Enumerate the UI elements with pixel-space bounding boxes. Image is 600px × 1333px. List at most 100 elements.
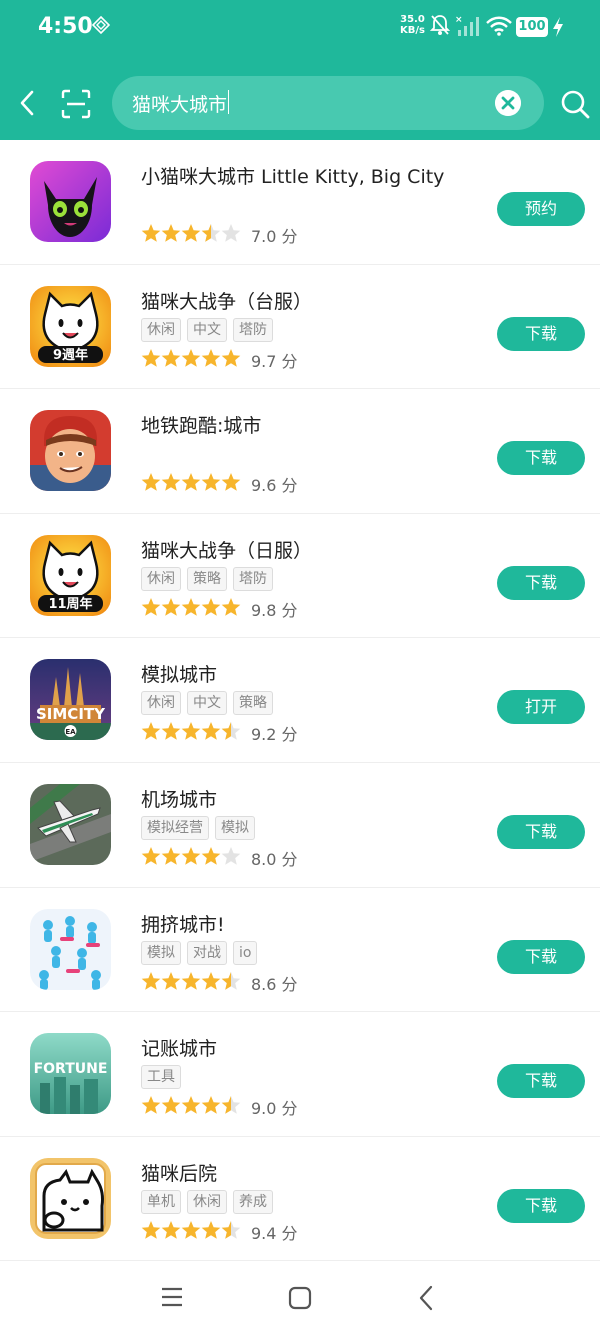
search-query[interactable]: 猫咪大城市 — [132, 90, 227, 117]
result-row[interactable]: 地铁跑酷:城市 9.6 分 下载 — [0, 389, 600, 514]
tag: 工具 — [141, 1065, 181, 1090]
action-button[interactable]: 下载 — [497, 316, 585, 351]
star-rating-icon — [141, 348, 241, 372]
star-rating-icon — [141, 971, 241, 995]
airplane-icon[interactable] — [30, 783, 111, 865]
result-row[interactable]: FORTUNE 记账城市 工具 9.0 分 下载 — [0, 1012, 600, 1137]
rating-star — [161, 473, 181, 491]
tag: 休闲 — [141, 566, 181, 591]
back-arrow-icon[interactable] — [16, 88, 40, 118]
vpn-icon — [92, 16, 110, 34]
action-button[interactable]: 下载 — [497, 1188, 585, 1223]
rating-star — [141, 1220, 161, 1239]
rating-star — [201, 224, 221, 242]
rating: 7.0 分 — [141, 223, 298, 246]
net-speed-value: 35.0 — [400, 14, 425, 25]
action-button[interactable]: 下载 — [497, 441, 585, 476]
result-row[interactable]: 猫咪后院单机 休闲 养成 9.4 分 下载 — [0, 1137, 600, 1262]
app-name[interactable]: 记账城市 — [141, 1034, 217, 1061]
tag: 塔防 — [233, 566, 273, 591]
tag: 模拟经营 — [141, 815, 209, 840]
action-button[interactable]: 预约 — [497, 192, 585, 226]
rating-star — [181, 597, 201, 616]
tag: 策略 — [233, 691, 273, 716]
app-name[interactable]: 模拟城市 — [141, 660, 217, 687]
action-button[interactable]: 下载 — [497, 565, 585, 600]
tag: 对战 — [187, 940, 227, 965]
result-row[interactable]: 拥挤城市! 模拟 对战 io 8.6 分 下载 — [0, 888, 600, 1013]
rating-star — [141, 473, 161, 491]
tag-list: 休闲 策略 塔防 — [141, 566, 279, 591]
star-rating-icon — [141, 846, 241, 870]
tag-list: 模拟 对战 io — [141, 940, 263, 965]
app-name[interactable]: 小猫咪大城市 Little Kitty, Big City — [141, 162, 444, 189]
search-input[interactable]: 猫咪大城市 — [112, 76, 544, 130]
rating-star — [221, 722, 241, 741]
tag: 中文 — [187, 691, 227, 716]
net-speed-unit: KB/s — [400, 25, 425, 36]
rating-star — [181, 722, 201, 741]
tag: 休闲 — [141, 317, 181, 342]
tag-list: 模拟经营 模拟 — [141, 815, 261, 840]
result-row[interactable]: 机场城市模拟经营 模拟 8.0 分 下载 — [0, 763, 600, 888]
star-rating-icon — [141, 597, 241, 621]
tag: 休闲 — [187, 1189, 227, 1214]
app-name[interactable]: 猫咪大战争（日服） — [141, 536, 312, 563]
svg-text:×: × — [455, 15, 463, 25]
rating-star — [161, 597, 181, 616]
rating: 8.6 分 — [141, 971, 298, 995]
home-icon[interactable] — [288, 1286, 312, 1310]
rating-star — [201, 846, 221, 865]
app-name[interactable]: 猫咪大战争（台服） — [141, 287, 312, 314]
simcity-icon[interactable]: SIMCITY EA — [30, 659, 111, 741]
rating-score: 8.0 分 — [251, 849, 298, 869]
tag-list: 单机 休闲 养成 — [141, 1189, 279, 1214]
rating-score: 9.8 分 — [251, 600, 298, 620]
scan-icon[interactable] — [60, 88, 92, 120]
battle-cats-9th-icon[interactable]: 9週年 — [30, 285, 111, 367]
rating-star — [161, 224, 181, 242]
neko-atsume-icon[interactable] — [30, 1157, 111, 1239]
app-name[interactable]: 机场城市 — [141, 785, 217, 812]
rating: 9.7 分 — [141, 348, 298, 372]
star-rating-icon — [141, 1095, 241, 1119]
action-button[interactable]: 下载 — [497, 1064, 585, 1099]
search-icon[interactable] — [560, 89, 590, 119]
rating-star — [221, 971, 241, 990]
action-button[interactable]: 下载 — [497, 814, 585, 849]
app-name[interactable]: 地铁跑酷:城市 — [141, 411, 261, 438]
rating: 8.0 分 — [141, 846, 298, 870]
rating-star — [201, 722, 221, 741]
svg-text:SIMCITY: SIMCITY — [36, 705, 106, 723]
fortune-city-icon[interactable]: FORTUNE — [30, 1033, 111, 1115]
crowd-runners-icon[interactable] — [30, 908, 111, 990]
rating-star — [201, 1096, 221, 1114]
rating-star — [161, 1220, 181, 1239]
clear-search-icon[interactable] — [495, 90, 521, 116]
battle-cats-11th-icon[interactable]: 11周年 — [30, 534, 111, 616]
app-name[interactable]: 拥挤城市! — [141, 910, 225, 937]
tag-list: 休闲 中文 塔防 — [141, 317, 279, 342]
result-row[interactable]: 9週年 猫咪大战争（台服） 休闲 中文 塔防 9.7 分 下载 — [0, 265, 600, 390]
result-row[interactable]: SIMCITY EA 模拟城市 休闲 中文 策略 9.2 分 打开 — [0, 638, 600, 763]
rating-score: 8.6 分 — [251, 974, 298, 994]
rating: 9.2 分 — [141, 721, 298, 744]
back-icon[interactable] — [418, 1285, 434, 1311]
rating-star — [181, 971, 201, 990]
black-cat-icon[interactable] — [30, 161, 111, 242]
rating-star — [221, 1220, 241, 1239]
bell-muted-icon — [430, 15, 450, 35]
rating-star — [181, 1220, 201, 1239]
rating-star — [181, 348, 201, 367]
rating-score: 9.4 分 — [251, 1223, 298, 1243]
rating-star — [221, 597, 241, 616]
action-button[interactable]: 打开 — [497, 690, 585, 725]
status-bar: 4:50 35.0 KB/s × 100 — [0, 0, 600, 56]
app-name[interactable]: 猫咪后院 — [141, 1159, 217, 1186]
result-row[interactable]: 11周年 猫咪大战争（日服） 休闲 策略 塔防 9.8 分 下载 — [0, 514, 600, 639]
action-button[interactable]: 下载 — [497, 939, 585, 974]
subway-surfer-icon[interactable] — [30, 410, 111, 492]
result-row[interactable]: 小猫咪大城市 Little Kitty, Big City 7.0 分 预约 — [0, 140, 600, 265]
menu-icon[interactable] — [161, 1287, 183, 1307]
rating-star — [141, 971, 161, 990]
